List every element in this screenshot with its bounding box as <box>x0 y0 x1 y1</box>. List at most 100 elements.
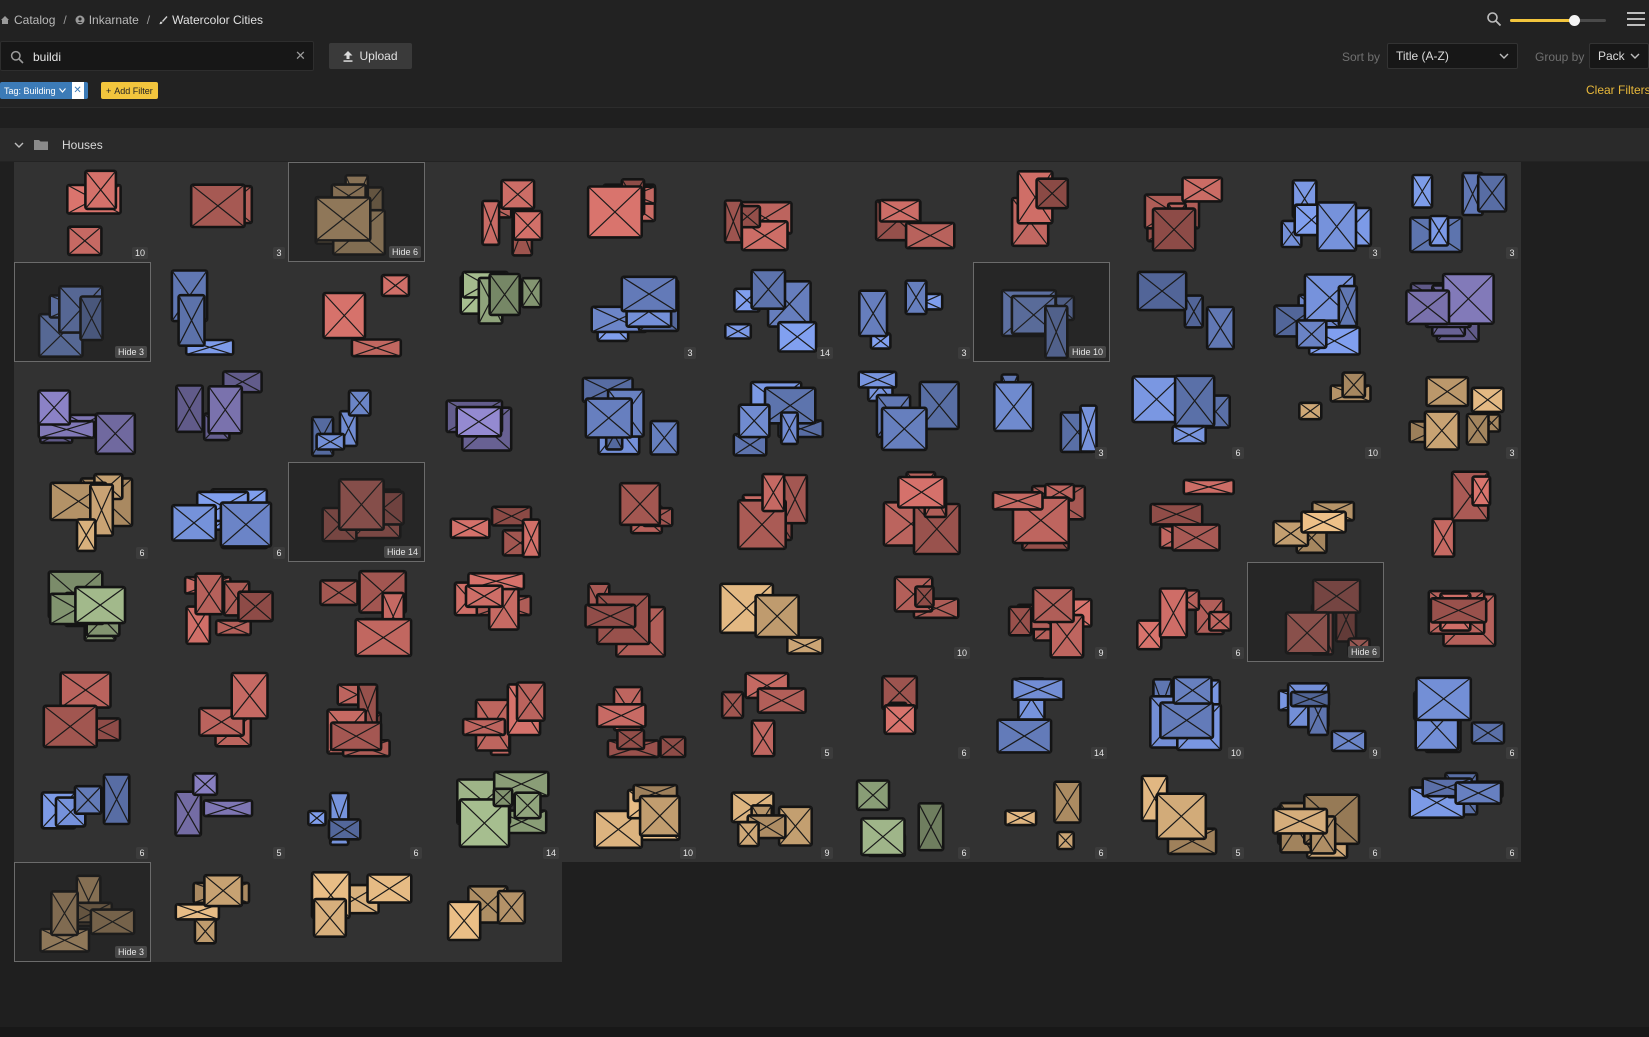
group-header-houses[interactable]: Houses <box>0 128 1649 162</box>
asset-tile[interactable] <box>151 562 288 662</box>
asset-tile[interactable]: 6 <box>1110 562 1247 662</box>
asset-tile[interactable] <box>288 362 425 462</box>
breadcrumb-watercolor-cities[interactable]: Watercolor Cities <box>158 13 263 27</box>
asset-tile[interactable] <box>973 162 1110 262</box>
asset-tile[interactable] <box>1384 262 1521 362</box>
asset-tile[interactable] <box>836 462 973 562</box>
asset-tile[interactable]: 10 <box>562 762 699 862</box>
building-shape <box>858 289 889 338</box>
menu-icon[interactable] <box>1627 12 1645 28</box>
asset-tile[interactable]: 14 <box>973 662 1110 762</box>
asset-tile[interactable]: 6 <box>973 762 1110 862</box>
asset-tile[interactable] <box>1247 462 1384 562</box>
asset-tile[interactable]: Hide 6 <box>1247 562 1384 662</box>
asset-tile[interactable]: 6 <box>836 662 973 762</box>
asset-tile[interactable] <box>699 162 836 262</box>
asset-tile[interactable]: 3 <box>973 362 1110 462</box>
asset-tile[interactable]: 6 <box>836 762 973 862</box>
breadcrumb-inkarnate[interactable]: Inkarnate <box>75 13 139 27</box>
asset-tile[interactable]: Hide 3 <box>14 262 151 362</box>
tag-filter-chip[interactable]: Tag: Building ✕ <box>0 82 88 99</box>
sort-select[interactable]: Title (A-Z) <box>1387 43 1518 69</box>
asset-tile[interactable]: Hide 6 <box>288 162 425 262</box>
count-badge: 6 <box>1232 447 1244 459</box>
asset-tile[interactable]: 3 <box>562 262 699 362</box>
asset-tile[interactable]: 3 <box>1247 162 1384 262</box>
asset-tile[interactable] <box>1110 262 1247 362</box>
asset-tile[interactable] <box>1110 162 1247 262</box>
asset-tile[interactable] <box>562 162 699 262</box>
asset-tile[interactable] <box>836 362 973 462</box>
remove-filter-icon[interactable]: ✕ <box>71 82 84 99</box>
asset-tile[interactable] <box>425 862 562 962</box>
asset-tile[interactable]: Hide 10 <box>973 262 1110 362</box>
asset-tile[interactable]: 3 <box>836 262 973 362</box>
asset-tile[interactable]: Hide 3 <box>14 862 151 962</box>
asset-tile[interactable] <box>562 362 699 462</box>
asset-tile[interactable] <box>151 862 288 962</box>
asset-tile[interactable] <box>425 362 562 462</box>
asset-tile[interactable]: 6 <box>1384 662 1521 762</box>
asset-tile[interactable] <box>425 262 562 362</box>
asset-tile[interactable] <box>425 562 562 662</box>
asset-tile[interactable]: 10 <box>1247 362 1384 462</box>
asset-tile[interactable] <box>288 662 425 762</box>
asset-tile[interactable]: 5 <box>151 762 288 862</box>
clear-filters-link[interactable]: Clear Filters <box>1586 83 1649 97</box>
asset-tile[interactable]: 3 <box>1384 162 1521 262</box>
asset-tile[interactable] <box>14 662 151 762</box>
asset-tile[interactable]: 6 <box>151 462 288 562</box>
search-input[interactable] <box>33 48 283 66</box>
zoom-handle[interactable] <box>1569 15 1581 26</box>
asset-tile[interactable] <box>151 662 288 762</box>
asset-tile[interactable] <box>1384 562 1521 662</box>
asset-tile[interactable]: 9 <box>973 562 1110 662</box>
asset-tile[interactable] <box>288 862 425 962</box>
asset-tile[interactable] <box>699 562 836 662</box>
asset-tile[interactable] <box>1110 462 1247 562</box>
asset-tile[interactable] <box>699 462 836 562</box>
add-filter-button[interactable]: + Add Filter <box>101 82 158 99</box>
asset-tile[interactable]: 6 <box>14 762 151 862</box>
asset-tile[interactable] <box>1384 462 1521 562</box>
asset-tile[interactable]: 6 <box>14 462 151 562</box>
asset-tile[interactable] <box>562 562 699 662</box>
asset-tile[interactable]: 3 <box>1384 362 1521 462</box>
zoom-track[interactable] <box>1510 15 1606 26</box>
asset-tile[interactable] <box>836 162 973 262</box>
asset-tile[interactable]: 9 <box>1247 662 1384 762</box>
breadcrumb-catalog[interactable]: Catalog <box>0 13 55 27</box>
asset-tile[interactable] <box>1247 262 1384 362</box>
asset-tile[interactable] <box>425 662 562 762</box>
clear-search-icon[interactable]: ✕ <box>295 48 306 64</box>
asset-tile[interactable] <box>562 462 699 562</box>
asset-tile[interactable]: 6 <box>1384 762 1521 862</box>
asset-tile[interactable]: 10 <box>836 562 973 662</box>
asset-tile[interactable]: 5 <box>699 662 836 762</box>
asset-tile[interactable]: 6 <box>1110 362 1247 462</box>
asset-tile[interactable]: 5 <box>1110 762 1247 862</box>
asset-tile[interactable]: Hide 14 <box>288 462 425 562</box>
asset-tile[interactable]: 14 <box>699 262 836 362</box>
group-select[interactable]: Pack <box>1589 43 1649 69</box>
asset-tile[interactable]: 10 <box>14 162 151 262</box>
asset-tile[interactable] <box>699 362 836 462</box>
upload-button[interactable]: Upload <box>329 43 412 69</box>
asset-tile[interactable]: 6 <box>288 762 425 862</box>
asset-tile[interactable] <box>562 662 699 762</box>
zoom-slider[interactable] <box>1486 10 1606 30</box>
asset-tile[interactable] <box>288 562 425 662</box>
asset-tile[interactable]: 3 <box>151 162 288 262</box>
asset-tile[interactable] <box>14 362 151 462</box>
asset-tile[interactable] <box>425 462 562 562</box>
asset-tile[interactable] <box>14 562 151 662</box>
asset-tile[interactable]: 14 <box>425 762 562 862</box>
asset-tile[interactable]: 10 <box>1110 662 1247 762</box>
asset-tile[interactable] <box>288 262 425 362</box>
asset-tile[interactable]: 6 <box>1247 762 1384 862</box>
asset-tile[interactable]: 9 <box>699 762 836 862</box>
asset-tile[interactable] <box>151 262 288 362</box>
asset-tile[interactable] <box>425 162 562 262</box>
asset-tile[interactable] <box>151 362 288 462</box>
asset-tile[interactable] <box>973 462 1110 562</box>
